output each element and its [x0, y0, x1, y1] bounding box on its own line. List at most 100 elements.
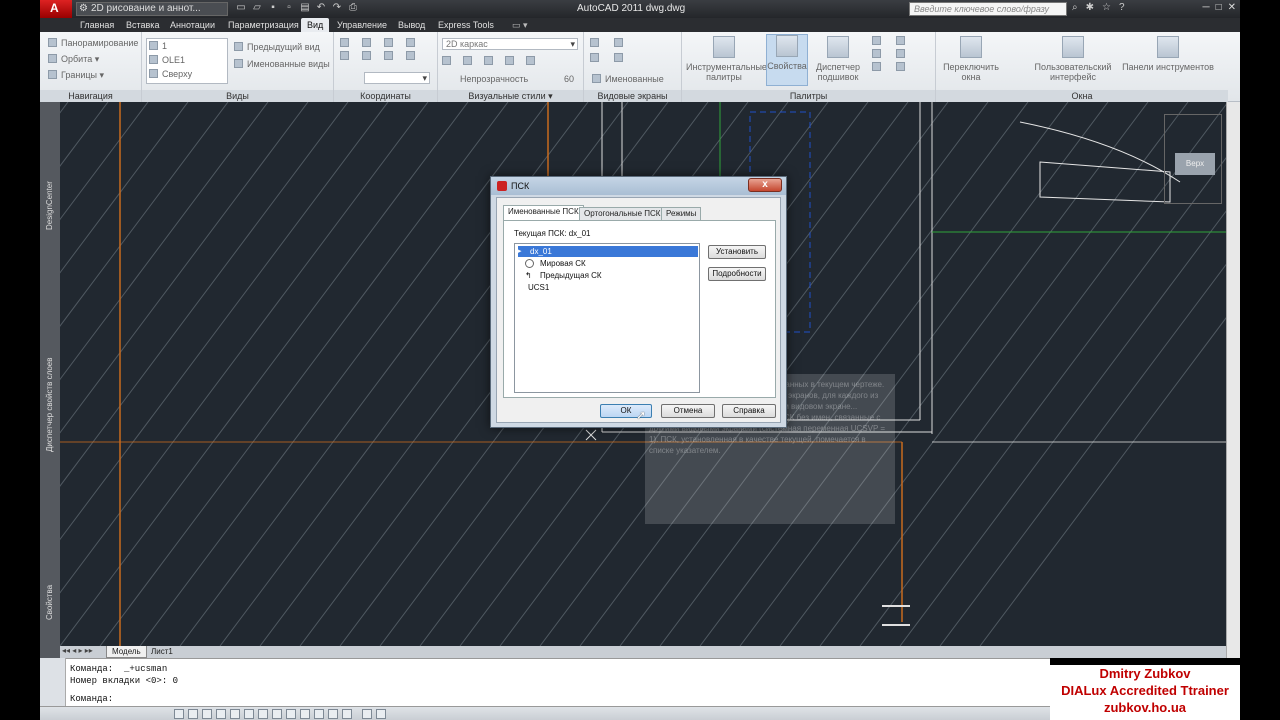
ucs-list-item-previous[interactable]: ↰ Предыдущая СК — [518, 270, 698, 281]
ucs-icon[interactable] — [340, 38, 349, 47]
snap-icon[interactable] — [174, 709, 184, 719]
viewport-clip-icon[interactable] — [590, 53, 599, 62]
ucs-list-item-dx01[interactable]: ▸ dx_01 — [518, 246, 698, 257]
view-list-item[interactable]: OLE1 — [149, 55, 185, 66]
command-prompt[interactable]: Команда: — [70, 694, 113, 704]
ucs-list-item-world[interactable]: Мировая СК — [518, 258, 698, 269]
ucs-z-axis-icon[interactable] — [406, 38, 415, 47]
palette-small-icon[interactable] — [896, 49, 905, 58]
ducs-icon[interactable] — [272, 709, 282, 719]
cancel-button[interactable]: Отмена — [661, 404, 715, 418]
sheet-set-manager-button[interactable]: Диспетчер подшивок — [812, 36, 864, 88]
command-line[interactable]: Команда: _+ucsman Номер вкладки <0>: 0 К… — [40, 658, 1050, 706]
viewport-new-icon[interactable] — [614, 53, 623, 62]
tab-layout1[interactable]: Лист1 — [146, 646, 178, 658]
palette-small-icon[interactable] — [872, 62, 881, 71]
communication-icon[interactable]: ☆ — [1102, 2, 1111, 13]
vertical-scrollbar[interactable] — [1226, 102, 1240, 658]
redo-icon[interactable]: ↷ — [332, 2, 342, 14]
color-icon[interactable] — [484, 56, 493, 65]
tab-insert[interactable]: Вставка — [120, 18, 165, 32]
named-viewports-button[interactable]: Именованные — [592, 74, 664, 85]
dialog-title-bar[interactable]: ПСК x — [491, 177, 786, 195]
plot-icon[interactable]: ▤ — [300, 2, 310, 14]
undo-icon[interactable]: ↶ — [316, 2, 326, 14]
switch-windows-button[interactable]: Переключить окна — [940, 36, 1002, 88]
ucs-combo[interactable] — [364, 72, 430, 84]
tab-model[interactable]: Модель — [106, 646, 147, 658]
view-list-item[interactable]: Сверху — [149, 69, 192, 80]
viewport-join-icon[interactable] — [614, 38, 623, 47]
light-icon[interactable] — [505, 56, 514, 65]
workspace-switcher[interactable]: ⚙ 2D рисование и аннот... — [76, 2, 228, 16]
palette-small-icon[interactable] — [872, 36, 881, 45]
dialog-close-button[interactable]: x — [748, 178, 782, 192]
tool-palettes-button[interactable]: Инструментальные палитры — [686, 36, 767, 88]
ribbon-toggle-icon[interactable]: ▭ ▾ — [506, 18, 534, 32]
osnap-icon[interactable] — [230, 709, 240, 719]
model-space-icon[interactable] — [362, 709, 372, 719]
view-cube[interactable]: Верх — [1164, 114, 1222, 204]
save-icon[interactable]: ▪ — [268, 2, 278, 14]
panel-title[interactable]: Визуальные стили ▾ — [438, 90, 583, 102]
opacity-value[interactable]: 60 — [564, 74, 574, 85]
user-interface-button[interactable]: Пользовательский интерфейс — [1032, 36, 1114, 88]
palette-small-icon[interactable] — [896, 62, 905, 71]
tab-view[interactable]: Вид — [301, 18, 330, 32]
search-input[interactable]: Введите ключевое слово/фразу — [909, 2, 1067, 16]
palette-small-icon[interactable] — [896, 36, 905, 45]
selection-cycling-icon[interactable] — [342, 709, 352, 719]
visual-style-combo[interactable]: 2D каркас — [442, 38, 578, 50]
tab-orthographic-ucs[interactable]: Ортогональные ПСК — [579, 207, 666, 220]
edge-icon[interactable] — [463, 56, 472, 65]
transparency-icon[interactable] — [314, 709, 324, 719]
new-file-icon[interactable]: ▭ — [236, 2, 246, 14]
details-button[interactable]: Подробности — [708, 267, 766, 281]
print-icon[interactable]: ⎙ — [348, 2, 358, 14]
orbit-tool[interactable]: Орбита ▾ — [48, 54, 99, 65]
shadow-icon[interactable] — [526, 56, 535, 65]
view-list-item[interactable]: 1 — [149, 41, 167, 52]
minimize-icon[interactable]: ─ — [1202, 2, 1209, 13]
save-as-icon[interactable]: ▫ — [284, 2, 294, 14]
tab-navigation-arrows-icon[interactable]: ◂◂ ◂ ▸ ▸▸ — [62, 646, 93, 655]
lineweight-icon[interactable] — [300, 709, 310, 719]
polar-icon[interactable] — [216, 709, 226, 719]
layout-icon[interactable] — [376, 709, 386, 719]
shade-icon[interactable] — [442, 56, 451, 65]
ucs-3point-icon[interactable] — [340, 51, 349, 60]
otrack-icon[interactable] — [258, 709, 268, 719]
tab-home[interactable]: Главная — [74, 18, 120, 32]
ucs-z-icon[interactable] — [406, 51, 415, 60]
ucs-y-icon[interactable] — [384, 51, 393, 60]
ucs-list[interactable]: ▸ dx_01 Мировая СК ↰ Предыдущая СК UCS1 — [514, 243, 700, 393]
toolbars-button[interactable]: Панели инструментов — [1120, 36, 1216, 88]
pan-tool[interactable]: Панорамирование — [48, 38, 138, 49]
set-current-button[interactable]: Установить — [708, 245, 766, 259]
named-views-button[interactable]: Именованные виды — [234, 59, 330, 70]
binoculars-icon[interactable]: ⌕ — [1072, 2, 1078, 13]
quick-properties-icon[interactable] — [328, 709, 338, 719]
command-line-grip[interactable] — [40, 658, 66, 706]
close-icon[interactable]: ✕ — [1228, 2, 1236, 13]
previous-view-button[interactable]: Предыдущий вид — [234, 42, 320, 53]
properties-button[interactable]: Свойства — [766, 34, 808, 86]
tab-parametric[interactable]: Параметризация — [222, 18, 305, 32]
tab-output[interactable]: Вывод — [392, 18, 431, 32]
tab-settings[interactable]: Режимы — [661, 207, 702, 220]
view-cube-face[interactable]: Верх — [1175, 153, 1215, 175]
tab-named-ucs[interactable]: Именованные ПСК — [503, 205, 584, 220]
ucs-origin-icon[interactable] — [384, 38, 393, 47]
open-file-icon[interactable]: ▱ — [252, 2, 262, 14]
help-icon[interactable]: ? — [1119, 2, 1125, 13]
ucs-list-item-ucs1[interactable]: UCS1 — [518, 282, 698, 293]
tab-annotate[interactable]: Аннотации — [164, 18, 221, 32]
grid-icon[interactable] — [188, 709, 198, 719]
subscription-icon[interactable]: ✱ — [1086, 2, 1094, 13]
extents-tool[interactable]: Границы ▾ — [48, 70, 104, 81]
help-button[interactable]: Справка — [722, 404, 776, 418]
palette-small-icon[interactable] — [872, 49, 881, 58]
maximize-icon[interactable]: □ — [1216, 2, 1222, 13]
ucs-x-icon[interactable] — [362, 51, 371, 60]
dyn-icon[interactable] — [286, 709, 296, 719]
